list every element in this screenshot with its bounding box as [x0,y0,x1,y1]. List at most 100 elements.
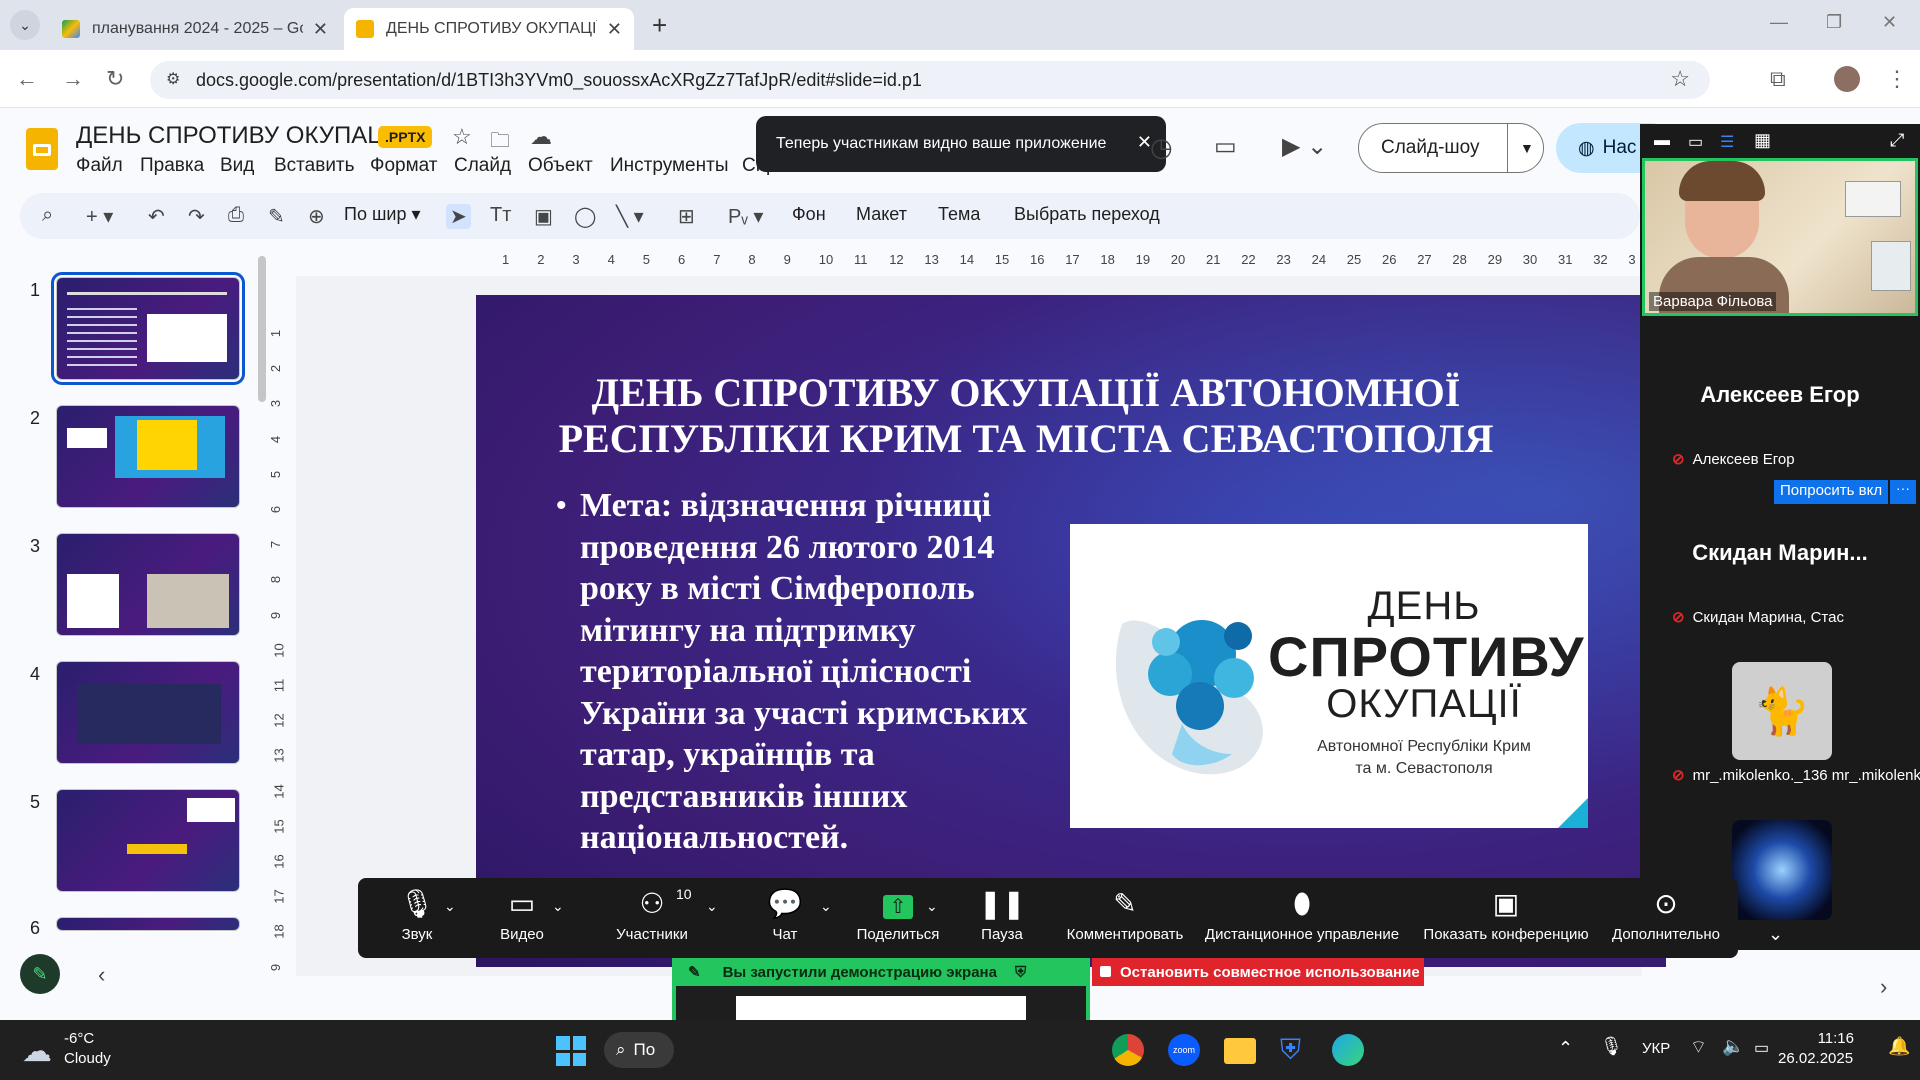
video-button[interactable]: ▭ Видео [494,886,550,943]
slides-logo-icon[interactable] [26,128,58,170]
address-bar[interactable]: ⚙ docs.google.com/presentation/d/1BTI3h3… [150,61,1710,99]
wifi-icon[interactable]: ⌔ [1690,1036,1707,1059]
restore-icon[interactable]: ❐ [1826,12,1842,33]
logo-image[interactable]: ДЕНЬ СПРОТИВУ ОКУПАЦІЇ Автономної Респуб… [1070,524,1588,828]
new-tab-icon[interactable]: + [652,10,667,41]
more-button[interactable]: ⊙ Дополнительно [1610,886,1722,943]
annotate-button[interactable]: ✎ Комментировать [1064,886,1186,943]
close-tab-icon[interactable]: ✕ [313,19,328,40]
edge-icon[interactable] [1332,1034,1364,1066]
defender-shield-icon[interactable]: ⛨ [1280,1034,1301,1067]
audio-options-chevron-icon[interactable]: ⌄ [444,898,456,915]
next-slide-chevron-icon[interactable]: › [1880,974,1887,1000]
filmstrip-scrollbar[interactable] [258,256,266,402]
video-options-chevron-icon[interactable]: ⌄ [552,898,564,915]
tab-presentation[interactable]: ДЕНЬ СПРОТИВУ ОКУПАЦІЇ.pp ✕ [344,8,634,50]
slide-title[interactable]: ДЕНЬ СПРОТИВУ ОКУПАЦІЇ АВТОНОМНОЇ РЕСПУБ… [476,370,1576,462]
slideshow-button[interactable]: Слайд-шоу ▼ [1358,123,1544,173]
slide-thumbnail-5[interactable] [56,789,240,892]
weather-cloud-icon[interactable]: ☁ [22,1034,52,1069]
close-tab-icon[interactable]: ✕ [607,19,622,40]
search-menus-icon[interactable]: ⌕ [42,204,53,227]
minimize-icon[interactable]: — [1770,12,1788,33]
expand-panel-icon[interactable]: ⤢ [1890,130,1904,151]
background-button[interactable]: Фон [792,204,826,225]
input-tools-icon[interactable]: Рᵥ ▾ [728,204,763,229]
text-box-icon[interactable]: Tт [490,204,511,227]
slide-body-text[interactable]: Мета: відзначення річниці проведення 26 … [580,485,1050,859]
participant-more-button[interactable]: ··· [1890,480,1916,504]
new-slide-icon[interactable]: + ▾ [86,204,113,229]
menu-format[interactable]: Формат [370,155,438,177]
select-tool-icon[interactable]: ➤ [446,204,471,229]
extensions-icon[interactable]: ⧉ [1770,66,1786,92]
clock-date[interactable]: 26.02.2025 [1778,1050,1853,1067]
edit-pencil-fab[interactable]: ✎ [20,954,60,994]
site-info-icon[interactable]: ⚙ [166,69,180,89]
layout-button[interactable]: Макет [856,204,907,225]
view-strip-icon[interactable]: ▭ [1688,132,1703,152]
transition-button[interactable]: Выбрать переход [1014,204,1160,225]
reload-icon[interactable]: ↻ [106,66,124,92]
browser-menu-icon[interactable]: ⋮ [1886,66,1908,92]
menu-file[interactable]: Файл [76,155,123,177]
share-options-chevron-icon[interactable]: ⌄ [926,898,938,915]
show-conference-button[interactable]: ▣ Показать конференцию [1418,886,1594,943]
language-indicator[interactable]: УКР [1642,1040,1670,1057]
tray-mic-icon[interactable]: 🎙 [1600,1036,1623,1057]
print-icon[interactable]: ⎙ [228,204,244,227]
insert-image-icon[interactable]: ▣ [534,204,553,229]
ask-unmute-button[interactable]: Попросить вкл [1774,480,1889,504]
forward-icon[interactable]: → [62,66,84,92]
panel-minimize-icon[interactable]: ▬ [1654,132,1670,150]
menu-slide[interactable]: Слайд [454,155,511,177]
theme-button[interactable]: Тема [938,204,980,225]
menu-view[interactable]: Вид [220,155,254,177]
slide-thumbnail-2[interactable] [56,405,240,508]
clock-time[interactable]: 11:16 [1810,1030,1854,1047]
zoom-icon[interactable]: ⊕ [308,204,325,229]
notifications-bell-icon[interactable]: 🔔 [1888,1036,1910,1057]
windows-start-icon[interactable] [556,1036,586,1066]
history-icon[interactable]: ◷ [1150,132,1173,163]
battery-icon[interactable]: ▭ [1754,1038,1769,1058]
slide[interactable]: ДЕНЬ СПРОТИВУ ОКУПАЦІЇ АВТОНОМНОЇ РЕСПУБ… [476,295,1666,967]
comments-icon[interactable]: ▭ [1214,132,1237,161]
star-icon[interactable]: ☆ [452,124,472,150]
collapse-panel-icon[interactable]: ‹ [98,962,105,988]
stop-sharing-button[interactable]: Остановить совместное использование [1092,958,1424,986]
document-title[interactable]: ДЕНЬ СПРОТИВУ ОКУПАЦІ [76,122,392,150]
scroll-down-chevron-icon[interactable]: ⌄ [1768,924,1783,945]
self-video-tile[interactable]: Варвара Фільова [1642,158,1918,316]
tray-chevron-icon[interactable]: ⌃ [1558,1038,1573,1059]
zoom-select[interactable]: По шир ▾ [344,204,421,225]
tab-planning[interactable]: планування 2024 - 2025 – Goo ✕ [50,8,340,50]
participants-options-chevron-icon[interactable]: ⌄ [706,898,718,915]
zoom-app-icon[interactable]: zoom [1168,1034,1200,1066]
comment-add-icon[interactable]: ⊞ [678,204,695,229]
view-gallery-icon[interactable]: ▦ [1754,130,1771,151]
menu-edit[interactable]: Правка [140,155,204,177]
slide-thumbnail-6[interactable] [56,917,240,931]
meet-camera-icon[interactable]: ▶ ⌄ [1282,132,1327,161]
line-icon[interactable]: ╲ ▾ [616,204,644,229]
bookmark-star-icon[interactable]: ☆ [1670,66,1690,92]
redo-icon[interactable]: ↷ [188,204,205,229]
chrome-icon[interactable] [1112,1034,1144,1066]
undo-icon[interactable]: ↶ [148,204,165,229]
menu-tools[interactable]: Инструменты [610,155,728,177]
paint-format-icon[interactable]: ✎ [268,204,285,229]
menu-object[interactable]: Объект [528,155,593,177]
shape-icon[interactable]: ◯ [574,204,596,229]
slideshow-chevron-icon[interactable]: ▼ [1520,140,1534,156]
slide-thumbnail-4[interactable] [56,661,240,764]
chat-options-chevron-icon[interactable]: ⌄ [820,898,832,915]
profile-avatar[interactable] [1834,66,1860,92]
volume-icon[interactable]: 🔈 [1722,1036,1744,1057]
slide-thumbnail-1[interactable] [51,272,245,385]
remote-control-button[interactable]: ⬮ Дистанционное управление [1202,886,1402,943]
view-speaker-icon[interactable]: ☰ [1720,132,1734,152]
tab-search-chevron-icon[interactable]: ⌄ [10,10,40,40]
chat-button[interactable]: 💬 Чат [760,886,810,943]
pause-share-button[interactable]: ❚❚ Пауза [976,886,1028,943]
